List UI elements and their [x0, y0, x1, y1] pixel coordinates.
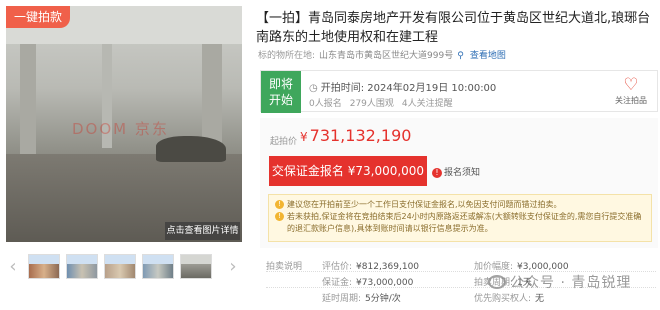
reminders-count: 4人关注提醒 — [401, 99, 453, 109]
heart-plus-icon: ♡ — [623, 75, 639, 95]
tip-text: 建议您在开拍前至少一个工作日支付保证金报名,以免因支付问题而错过拍卖。 — [287, 200, 562, 209]
thumbnail[interactable] — [66, 254, 98, 279]
start-time-row: ◷ 开拍时间: 2024年02月19日 10:00:00 — [309, 79, 496, 94]
bidders-count: 0人报名 — [309, 99, 342, 109]
info-icon: ! — [275, 200, 284, 209]
status-badge-text: 即将开始 — [268, 77, 293, 107]
chevron-right-icon[interactable]: › — [226, 256, 240, 278]
address-value: 山东青岛市黄岛区世纪大道999号 — [319, 51, 454, 61]
tip-text: 若未获拍,保证金将在竞拍结束后24小时内原路返还或解冻(大额转账支付保证金的,需… — [287, 212, 642, 233]
alert-icon: ! — [432, 168, 442, 178]
param-delay: 延时周期: 5分钟/次 — [322, 291, 401, 304]
photo-rubble — [156, 136, 226, 162]
pay-deposit-register-button[interactable]: 交保证金报名 ¥73,000,000 — [269, 156, 427, 186]
thumbnail[interactable] — [180, 254, 212, 279]
tip-item: ! 建议您在开拍前至少一个工作日支付保证金报名,以免因支付问题而错过拍卖。 — [275, 199, 645, 211]
start-time-value: 2024年02月19日 10:00:00 — [367, 83, 497, 94]
thumbnail[interactable] — [142, 254, 174, 279]
wechat-icon — [488, 275, 506, 289]
registration-notice-label: 报名须知 — [444, 168, 481, 178]
one-key-badge[interactable]: 一键拍款 — [6, 6, 71, 28]
tips-box: ! 建议您在开拍前至少一个工作日支付保证金报名,以免因支付问题而错过拍卖。 ! 若未… — [268, 194, 652, 242]
view-map-link[interactable]: 查看地图 — [470, 51, 506, 61]
param-key: 优先购买权人: — [474, 294, 532, 304]
start-price-value: 731,132,190 — [309, 126, 412, 145]
price-panel: 起拍价 ¥731,132,190 交保证金报名 ¥73,000,000 ! 报名须… — [260, 118, 658, 248]
address-row: 标的物所在地: 山东青岛市黄岛区世纪大道999号 ⚲ 查看地图 — [258, 48, 506, 61]
param-value: 5分钟/次 — [365, 294, 401, 304]
view-photo-details-button[interactable]: 点击查看图片详情 — [165, 222, 240, 240]
item-title: 【一拍】青岛同泰房地产开发有限公司位于黄岛区世纪大道北,琅琊台南路东的土地使用权… — [256, 11, 651, 45]
main-photo[interactable]: DOOM 京东 — [6, 6, 242, 242]
thumbnail[interactable] — [104, 254, 136, 279]
registration-notice-link[interactable]: ! 报名须知 — [432, 165, 480, 178]
wechat-watermark: 公众号 · 青岛锐理 — [488, 272, 631, 292]
start-price-label: 起拍价 — [270, 137, 298, 147]
auction-status-panel: 即将开始 ◷ 开拍时间: 2024年02月19日 10:00:00 0人报名 279… — [260, 70, 658, 113]
address-label: 标的物所在地: — [258, 51, 316, 61]
start-price: ¥731,132,190 — [300, 126, 411, 145]
views-count: 279人围观 — [349, 99, 394, 109]
clock-icon: ◷ — [309, 83, 318, 94]
photo-pillar — [20, 44, 36, 156]
currency-symbol: ¥ — [300, 130, 308, 144]
param-key: 延时周期: — [322, 294, 362, 304]
follow-button[interactable]: ♡ 关注拍品 — [611, 75, 651, 106]
status-badge: 即将开始 — [261, 71, 301, 113]
auction-stats: 0人报名 279人围观 4人关注提醒 — [309, 96, 461, 109]
thumbnail-strip: ‹ › — [6, 252, 242, 282]
photo-watermark: DOOM 京东 — [72, 120, 169, 138]
tip-item: ! 若未获拍,保证金将在竞拍结束后24小时内原路返还或解冻(大额转账支付保证金的,… — [275, 211, 645, 235]
follow-label: 关注拍品 — [615, 96, 647, 105]
info-icon: ! — [275, 212, 284, 221]
thumbnail[interactable] — [28, 254, 60, 279]
param-priority: 优先购买权人: 无 — [474, 291, 544, 304]
param-value: 无 — [535, 294, 545, 304]
start-time-label: 开拍时间: — [320, 83, 365, 94]
watermark-text: 公众号 · 青岛锐理 — [510, 275, 632, 291]
map-pin-icon: ⚲ — [457, 51, 464, 61]
chevron-left-icon[interactable]: ‹ — [6, 256, 20, 278]
